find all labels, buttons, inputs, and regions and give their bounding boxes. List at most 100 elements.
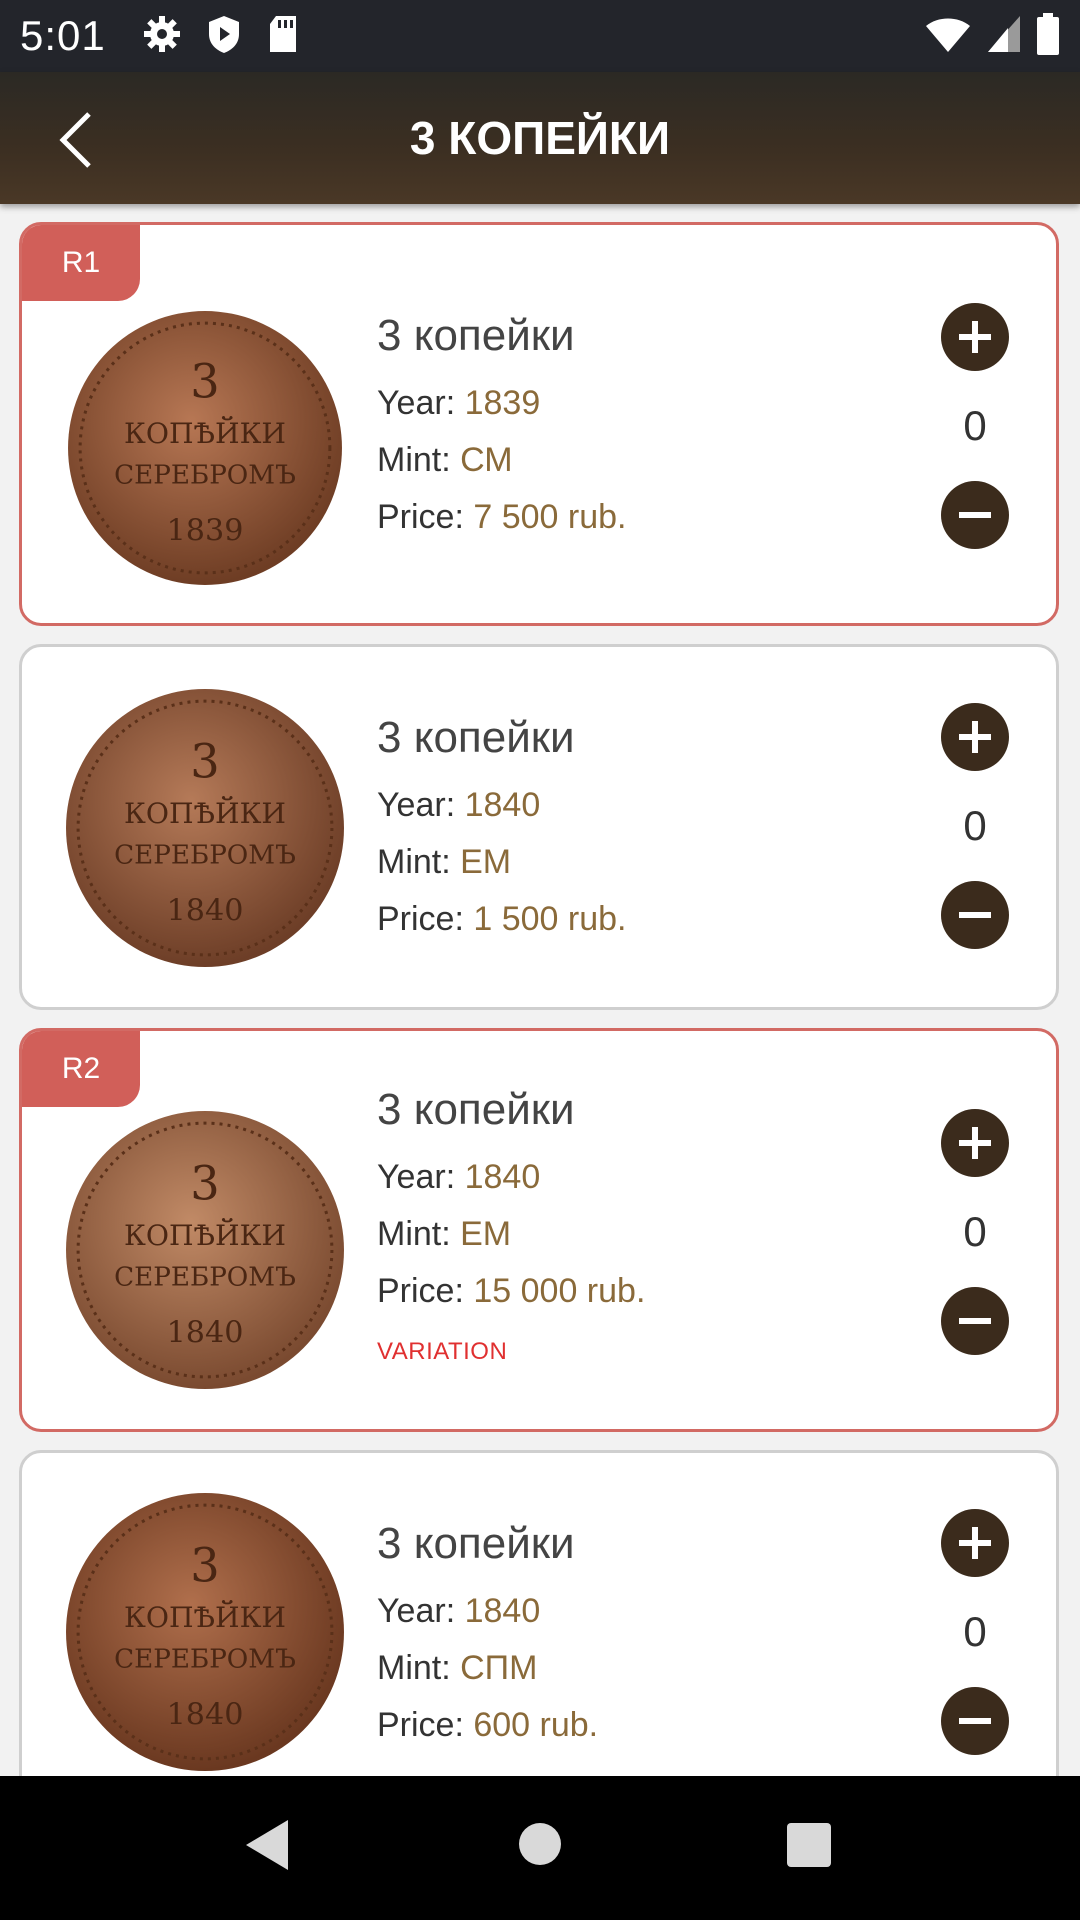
coin-card[interactable]: R1 3 КОПѢЙКИ СЕРЕБРОМЪ 1839 3 копейки Ye… [19, 222, 1059, 626]
decrement-button[interactable] [941, 1287, 1009, 1355]
coin-word2: СЕРЕБРОМЪ [114, 1262, 296, 1292]
minus-icon [959, 512, 991, 518]
quantity-count: 0 [963, 1608, 987, 1655]
mint-value: ЕМ [460, 843, 512, 881]
quantity-stepper[interactable]: 0 [941, 1509, 1011, 1755]
battery-icon [1036, 12, 1060, 60]
quantity-count: 0 [963, 402, 987, 449]
sd-card-icon [266, 14, 300, 59]
coin-card[interactable]: R2 3 КОПѢЙКИ СЕРЕБРОМЪ 1840 3 копейки Ye… [19, 1028, 1059, 1432]
quantity-stepper[interactable]: 0 [941, 303, 1011, 549]
status-time: 5:01 [20, 12, 106, 59]
quantity-count: 0 [963, 802, 987, 849]
minus-icon [959, 912, 991, 918]
coin-name: 3 копейки [377, 1519, 575, 1568]
coin-info: 3 копейки Year: 1840 Mint: ЕМ Price: 15 … [377, 1085, 645, 1366]
coin-image: 3 КОПѢЙКИ СЕРЕБРОМЪ 1840 [66, 1493, 344, 1771]
minus-icon [959, 1318, 991, 1324]
rarity-badge: R1 [22, 225, 140, 301]
coin-word1: КОПѢЙКИ [124, 1218, 286, 1252]
price-value: 1 500 rub. [473, 900, 627, 938]
mint-value: ЕМ [460, 1215, 512, 1253]
quantity-stepper[interactable]: 0 [941, 703, 1011, 949]
mint-row: Mint: ЕМ [377, 843, 512, 881]
coin-image: 3 КОПѢЙКИ СЕРЕБРОМЪ 1839 [68, 311, 342, 585]
price-value: 15 000 rub. [473, 1272, 646, 1310]
system-nav-bar [0, 1776, 1080, 1920]
price-row: Price: 1 500 rub. [377, 900, 627, 938]
year-row: Year: 1840 [377, 1158, 541, 1196]
rarity-badge: R2 [22, 1031, 140, 1107]
coin-denomination: 3 [190, 1157, 219, 1211]
increment-button[interactable] [941, 703, 1009, 771]
decrement-button[interactable] [941, 1687, 1009, 1755]
coin-card[interactable]: 3 КОПѢЙКИ СЕРЕБРОМЪ 1840 3 копейки Year:… [19, 644, 1059, 1010]
quantity-count: 0 [963, 1208, 987, 1255]
increment-button[interactable] [941, 1109, 1009, 1177]
wifi-icon [924, 14, 972, 59]
nav-home-button[interactable] [518, 1822, 562, 1871]
coin-denomination: 3 [190, 735, 219, 789]
mint-value: СМ [460, 441, 513, 479]
settings-icon [142, 14, 182, 59]
coin-word2: СЕРЕБРОМЪ [114, 460, 296, 490]
year-row: Year: 1840 [377, 1592, 541, 1630]
variation-tag: VARIATION [377, 1338, 508, 1365]
coin-info: 3 копейки Year: 1840 Mint: СПМ Price: 60… [377, 1519, 598, 1754]
coin-word1: КОПѢЙКИ [124, 796, 286, 830]
year-value: 1839 [464, 384, 541, 422]
coin-info: 3 копейки Year: 1839 Mint: СМ Price: 7 5… [377, 311, 626, 546]
year-value: 1840 [464, 1592, 541, 1630]
quantity-stepper[interactable]: 0 [941, 1109, 1011, 1355]
nav-back-icon [246, 1820, 288, 1870]
price-row: Price: 600 rub. [377, 1706, 599, 1744]
increment-button[interactable] [941, 1509, 1009, 1577]
plus-icon [959, 321, 991, 353]
increment-button[interactable] [941, 303, 1009, 371]
coin-image: 3 КОПѢЙКИ СЕРЕБРОМЪ 1840 [66, 689, 344, 967]
coin-year: 1840 [167, 894, 244, 929]
year-row: Year: 1840 [377, 786, 541, 824]
coin-denomination: 3 [190, 1539, 219, 1593]
decrement-button[interactable] [941, 481, 1009, 549]
coin-year: 1839 [167, 514, 244, 549]
mint-value: СПМ [460, 1649, 538, 1687]
coin-word1: КОПѢЙКИ [124, 1600, 286, 1634]
price-row: Price: 15 000 rub. [377, 1272, 646, 1310]
price-value: 600 rub. [473, 1706, 599, 1744]
status-bar: 5:01 [0, 0, 1080, 72]
coin-list[interactable]: R1 3 КОПѢЙКИ СЕРЕБРОМЪ 1839 3 копейки Ye… [0, 204, 1080, 1776]
coin-word2: СЕРЕБРОМЪ [114, 1644, 296, 1674]
coin-year: 1840 [167, 1698, 244, 1733]
coin-name: 3 копейки [377, 1085, 575, 1134]
mint-row: Mint: СМ [377, 441, 513, 479]
nav-back-button[interactable] [244, 1818, 290, 1877]
coin-word2: СЕРЕБРОМЪ [114, 840, 296, 870]
coin-year: 1840 [167, 1316, 244, 1351]
plus-icon [959, 721, 991, 753]
plus-icon [959, 1127, 991, 1159]
decrement-button[interactable] [941, 881, 1009, 949]
year-row: Year: 1839 [377, 384, 541, 422]
signal-icon [986, 14, 1022, 59]
nav-recents-button[interactable] [786, 1822, 832, 1873]
minus-icon [959, 1718, 991, 1724]
price-row: Price: 7 500 rub. [377, 498, 627, 536]
year-value: 1840 [464, 1158, 541, 1196]
coin-info: 3 копейки Year: 1840 Mint: ЕМ Price: 1 5… [377, 713, 626, 948]
shield-icon [206, 14, 242, 59]
coin-denomination: 3 [190, 355, 219, 409]
coin-image: 3 КОПѢЙКИ СЕРЕБРОМЪ 1840 [66, 1111, 344, 1389]
coin-name: 3 копейки [377, 713, 575, 762]
price-value: 7 500 rub. [473, 498, 627, 536]
plus-icon [959, 1527, 991, 1559]
nav-home-icon [519, 1823, 561, 1865]
mint-row: Mint: СПМ [377, 1649, 538, 1687]
year-value: 1840 [464, 786, 541, 824]
coin-card[interactable]: 3 КОПѢЙКИ СЕРЕБРОМЪ 1840 3 копейки Year:… [19, 1450, 1059, 1776]
nav-recents-icon [787, 1823, 831, 1867]
page-title: 3 КОПЕЙКИ [409, 112, 671, 164]
mint-row: Mint: ЕМ [377, 1215, 512, 1253]
coin-name: 3 копейки [377, 311, 575, 360]
app-bar: 3 КОПЕЙКИ [0, 72, 1080, 204]
